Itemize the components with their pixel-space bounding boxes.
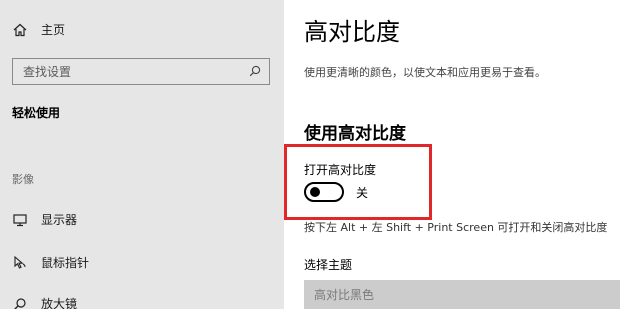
sidebar-item-home[interactable]: 主页 [12,21,65,38]
sidebar-section-title: 轻松使用 [12,106,61,120]
magnifier-icon [12,296,28,309]
sidebar-item-label: 放大镜 [41,297,78,309]
sidebar-item-mouse-pointer[interactable]: 鼠标指针 [12,254,89,271]
search-field[interactable] [12,58,270,85]
page-title: 高对比度 [304,18,400,46]
sidebar-item-display[interactable]: 显示器 [12,211,77,228]
main-content: 高对比度 使用更清晰的颜色，以使文本和应用更易于查看。 使用高对比度 打开高对比… [284,0,620,309]
shortcut-hint: 按下左 Alt + 左 Shift + Print Screen 可打开和关闭高… [304,221,608,234]
theme-select[interactable]: 高对比黑色 [304,280,620,309]
home-icon [12,22,28,38]
sidebar-item-magnifier[interactable]: 放大镜 [12,295,77,309]
sidebar: 主页 轻松使用 影像 显示器 鼠标指针 [0,0,284,309]
section-subtitle: 使用高对比度 [304,124,406,144]
sidebar-item-label: 主页 [41,23,66,37]
page-description: 使用更清晰的颜色，以使文本和应用更易于查看。 [304,66,546,79]
mouse-pointer-icon [12,255,28,271]
sidebar-item-label: 鼠标指针 [41,256,90,270]
search-icon[interactable] [249,62,261,81]
monitor-icon [12,212,28,228]
sidebar-group-label: 影像 [12,173,34,186]
theme-label: 选择主题 [304,258,353,272]
sidebar-item-label: 显示器 [41,213,78,227]
search-input[interactable] [23,64,243,79]
highlight-annotation-box [284,144,432,220]
